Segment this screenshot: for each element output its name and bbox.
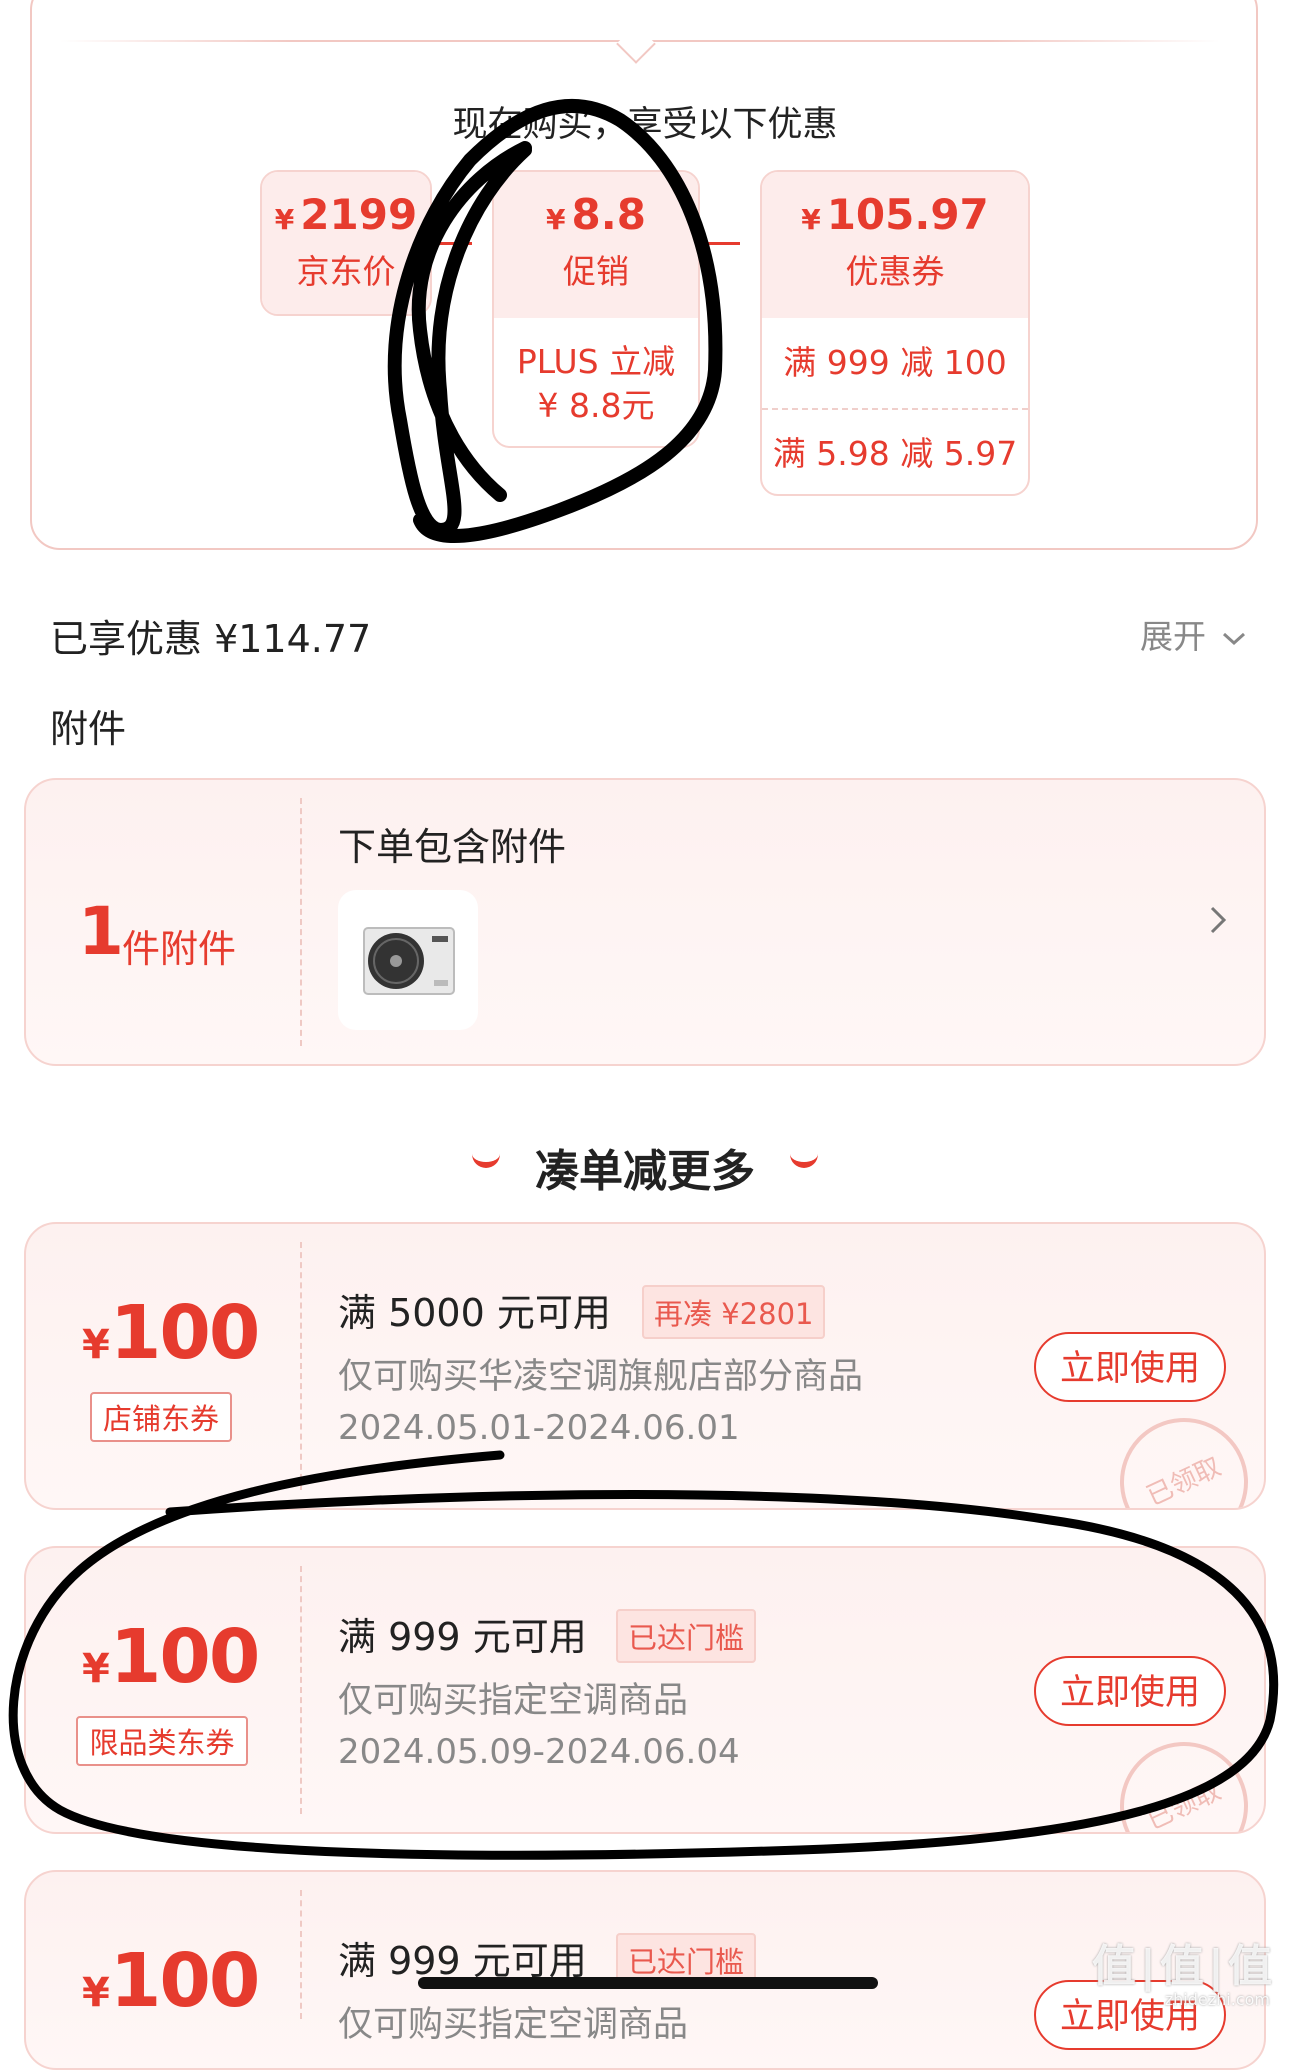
handdrawn-ellipse-bottom (8, 1450, 1279, 1860)
watermark-logo: 值|值|值 (1091, 1941, 1276, 1992)
watermark-url: zhidezhi.com (1164, 1990, 1270, 2009)
home-indicator[interactable] (418, 1977, 878, 1989)
handdrawn-loop-top (387, 99, 723, 543)
handdrawn-annotations (8, 99, 1279, 1860)
